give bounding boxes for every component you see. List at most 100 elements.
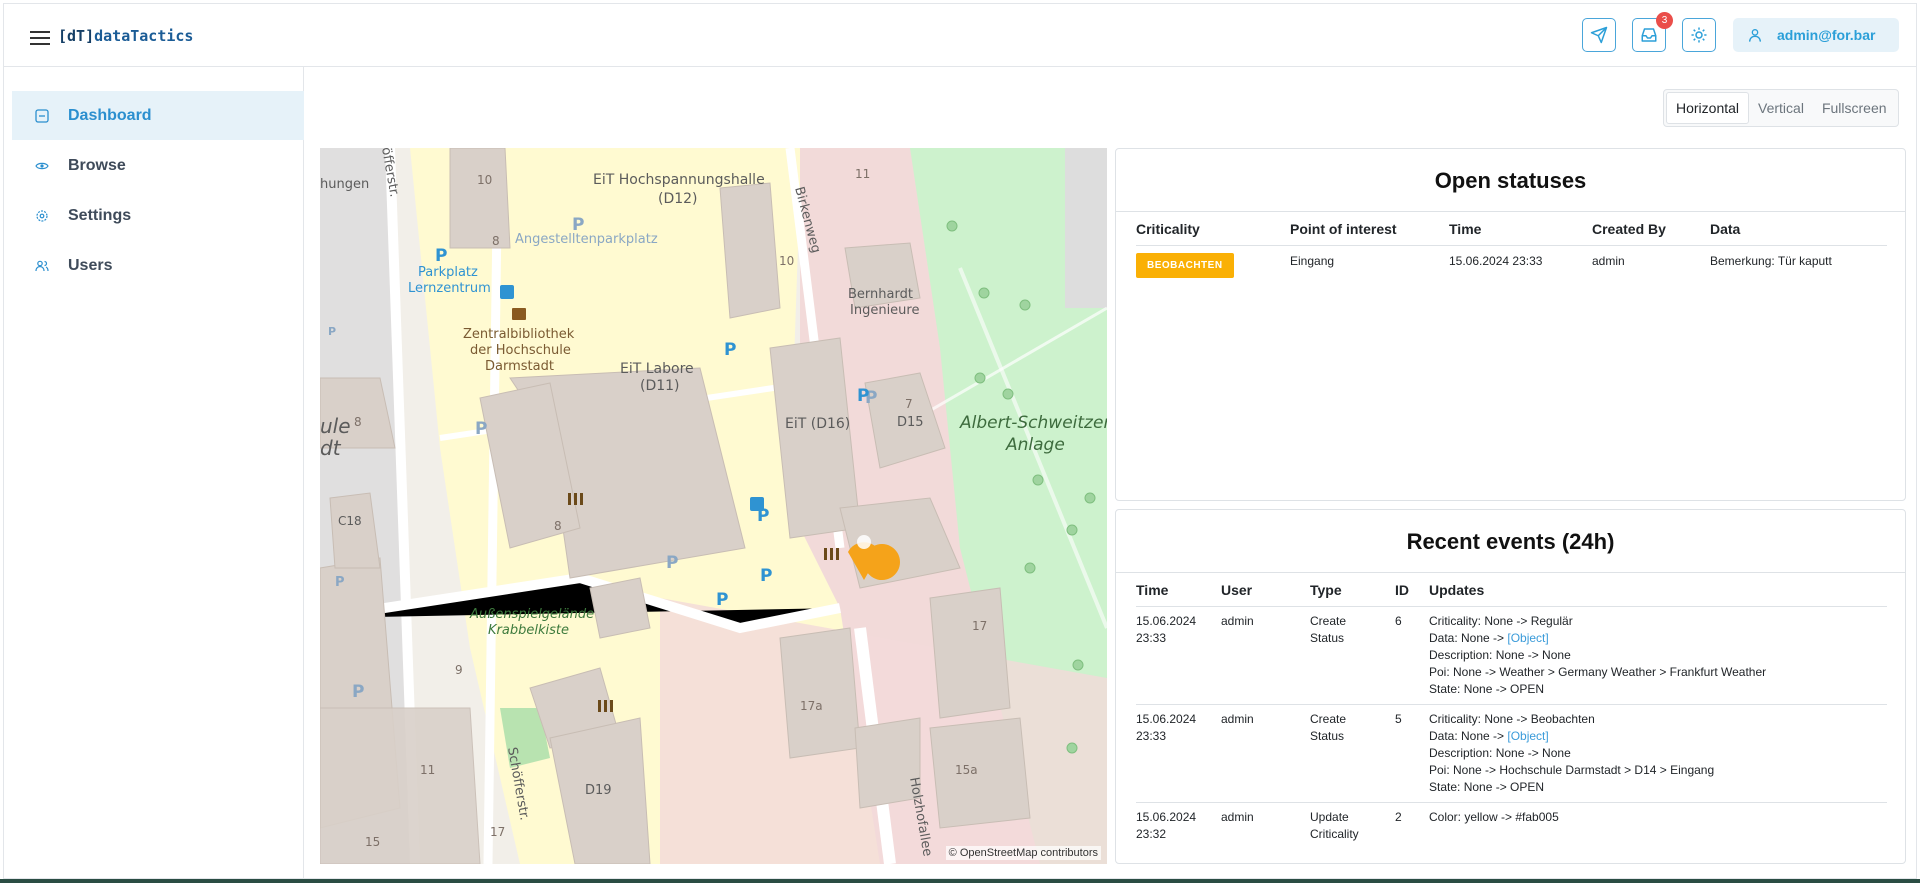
- map-label-hall: EiT Hochspannungshalle: [593, 172, 765, 188]
- update-line: State: None -> OPEN: [1429, 682, 1545, 696]
- update-line: Description: None -> None: [1429, 648, 1571, 662]
- sidebar: Dashboard Browse Settings Users: [4, 67, 304, 880]
- map-label-library-3: Darmstadt: [485, 359, 554, 374]
- user-cell: admin: [1221, 614, 1254, 628]
- send-button[interactable]: [1582, 18, 1616, 52]
- toilets-icon: [568, 493, 583, 505]
- column-header[interactable]: Criticality: [1136, 212, 1290, 246]
- table-row[interactable]: 15.06.2024 23:33 admin Create Status 5 Cri…: [1136, 705, 1887, 803]
- open-statuses-title: Open statuses: [1116, 149, 1905, 212]
- column-header[interactable]: Time: [1136, 573, 1221, 607]
- app-logo[interactable]: [dT]dataTactics: [58, 27, 193, 45]
- time-clock: 23:33: [1136, 631, 1167, 645]
- column-header[interactable]: Created By: [1592, 212, 1710, 246]
- sidebar-item-users[interactable]: Users: [12, 241, 304, 290]
- update-line: State: None -> OPEN: [1429, 780, 1545, 794]
- svg-text:P: P: [724, 340, 736, 360]
- view-fullscreen-button[interactable]: Fullscreen: [1813, 92, 1896, 124]
- menu-toggle-icon[interactable]: [28, 28, 52, 48]
- type-line-1: Create: [1310, 614, 1347, 628]
- column-header[interactable]: Type: [1310, 573, 1395, 607]
- user-email: admin@for.bar: [1777, 27, 1876, 43]
- object-link[interactable]: [Object]: [1507, 631, 1548, 645]
- svg-text:P: P: [335, 575, 345, 590]
- library-icon: [512, 308, 526, 320]
- column-header[interactable]: Data: [1710, 212, 1887, 246]
- user-cell: admin: [1221, 712, 1254, 726]
- time-date: 15.06.2024: [1136, 614, 1197, 628]
- table-row[interactable]: 15.06.2024 23:32 admin Update Criticality …: [1136, 803, 1887, 850]
- users-icon: [34, 258, 50, 274]
- sidebar-item-settings[interactable]: Settings: [12, 191, 304, 240]
- svg-text:P: P: [352, 682, 364, 702]
- map-housenum: 10: [477, 173, 492, 187]
- map-attribution[interactable]: © OpenStreetMap contributors: [945, 846, 1101, 860]
- eye-icon: [34, 158, 50, 174]
- view-mode-toggle: Horizontal Vertical Fullscreen: [1663, 89, 1899, 127]
- map-view[interactable]: EiT Hochspannungshalle (D12) Angestellte…: [320, 148, 1107, 864]
- column-header[interactable]: User: [1221, 573, 1310, 607]
- map-housenum: 17: [490, 825, 505, 839]
- gear-icon: [34, 208, 50, 224]
- map-canvas[interactable]: EiT Hochspannungshalle (D12) Angestellte…: [320, 148, 1107, 864]
- svg-text:P: P: [760, 566, 772, 586]
- map-housenum: 15: [365, 835, 380, 849]
- sidebar-item-label: Dashboard: [68, 106, 152, 124]
- view-horizontal-button[interactable]: Horizontal: [1666, 92, 1750, 124]
- column-header[interactable]: Point of interest: [1290, 212, 1449, 246]
- svg-text:P: P: [475, 419, 487, 439]
- data-cell: Bemerkung: Tür kaputt: [1710, 254, 1832, 268]
- user-cell: admin: [1221, 810, 1254, 824]
- table-row[interactable]: BEOBACHTEN Eingang 15.06.2024 23:33 admi…: [1136, 246, 1887, 278]
- update-line: Criticality: None -> Beobachten: [1429, 712, 1595, 726]
- update-line: Color: yellow -> #fab005: [1429, 810, 1559, 824]
- inbox-button[interactable]: 3: [1632, 12, 1673, 52]
- map-label-d19: D19: [585, 783, 612, 798]
- type-line-1: Update: [1310, 810, 1349, 824]
- id-cell: 2: [1395, 810, 1402, 824]
- poi-cell: Eingang: [1290, 254, 1335, 268]
- update-line: Poi: None -> Hochschule Darmstadt > D14 …: [1429, 763, 1715, 777]
- table-row[interactable]: 15.06.2024 23:33 admin Create Status 6 Cri…: [1136, 607, 1887, 705]
- sidebar-item-browse[interactable]: Browse: [12, 141, 304, 190]
- column-header[interactable]: Updates: [1429, 573, 1887, 607]
- map-label-labore-code: (D11): [640, 378, 680, 394]
- map-housenum: 17a: [800, 699, 823, 713]
- svg-text:P: P: [572, 215, 584, 235]
- map-label-eit-d16: EiT (D16): [785, 416, 850, 432]
- column-header[interactable]: Time: [1449, 212, 1592, 246]
- sidebar-item-label: Browse: [68, 156, 126, 174]
- dashboard-icon: [34, 108, 50, 124]
- object-link[interactable]: [Object]: [1507, 729, 1548, 743]
- toilets-icon: [598, 700, 613, 712]
- time-date: 15.06.2024: [1136, 810, 1197, 824]
- sidebar-item-dashboard[interactable]: Dashboard: [12, 91, 304, 140]
- logo-text: dataTactics: [94, 27, 194, 45]
- sidebar-item-label: Settings: [68, 206, 132, 224]
- map-housenum: 8: [354, 415, 362, 429]
- map-label-c18: C18: [338, 514, 362, 528]
- id-cell: 5: [1395, 712, 1402, 726]
- inbox-icon: [1641, 28, 1657, 42]
- map-housenum: 17: [972, 619, 987, 633]
- map-housenum: 8: [554, 519, 562, 533]
- user-icon: [1749, 29, 1761, 42]
- map-label-library-2: der Hochschule: [470, 343, 571, 358]
- sun-icon: [1691, 27, 1707, 43]
- elevator-icon: [750, 497, 764, 511]
- map-label-albert-1: Albert-Schweitzer: [959, 413, 1107, 433]
- map-label-dt: dt: [320, 436, 342, 460]
- view-vertical-button[interactable]: Vertical: [1749, 92, 1813, 124]
- notification-badge: 3: [1656, 12, 1673, 29]
- map-label-hall-code: (D12): [658, 191, 698, 207]
- theme-toggle-button[interactable]: [1682, 18, 1716, 52]
- user-menu-button[interactable]: admin@for.bar: [1733, 18, 1899, 52]
- map-label-library-1: Zentralbibliothek: [463, 327, 575, 342]
- time-date: 15.06.2024: [1136, 712, 1197, 726]
- app-frame: [dT]dataTactics 3 admin@for.bar Dashboar…: [3, 3, 1917, 880]
- send-icon: [1590, 26, 1608, 44]
- column-header[interactable]: ID: [1395, 573, 1429, 607]
- map-housenum: 8: [492, 234, 500, 248]
- svg-text:P: P: [435, 246, 447, 266]
- type-line-1: Create: [1310, 712, 1347, 726]
